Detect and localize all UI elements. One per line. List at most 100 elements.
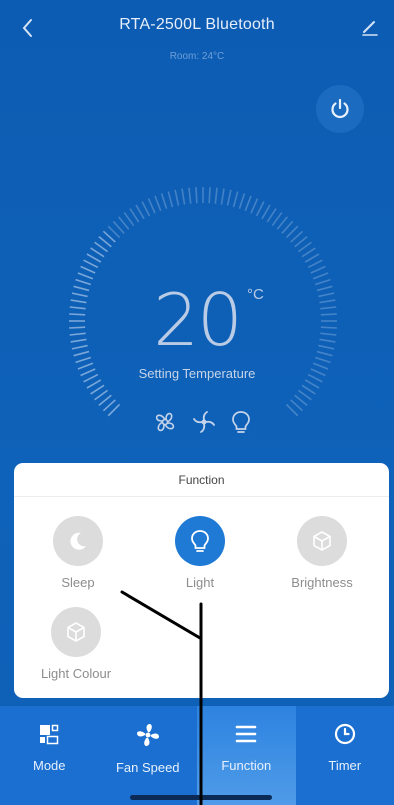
dial-tick — [118, 216, 130, 230]
dial-tick — [107, 403, 121, 417]
light-label: Light — [185, 575, 215, 590]
brightness-label: Brightness — [291, 575, 353, 590]
function-light-colour[interactable]: Light Colour — [26, 607, 126, 681]
dial-tick — [102, 230, 116, 243]
dial-tick — [214, 187, 218, 204]
bottom-nav: Mode Fan Speed Function Timer — [0, 706, 394, 805]
dial-tick — [129, 208, 140, 223]
home-indicator — [130, 795, 272, 800]
temperature-unit: °C — [247, 286, 264, 303]
dial-tick — [90, 247, 105, 258]
dial-tick — [301, 247, 316, 258]
bulb-icon — [232, 411, 250, 433]
dial-tick — [290, 230, 304, 243]
dial-tick — [135, 204, 145, 220]
dial-tick — [80, 265, 96, 274]
dial-tick — [90, 384, 105, 395]
dial-tick — [147, 198, 156, 214]
nav-fan-speed-label: Fan Speed — [115, 760, 180, 775]
dial-tick — [123, 212, 135, 227]
nav-fan-speed[interactable]: Fan Speed — [99, 706, 198, 805]
dial-tick — [141, 201, 151, 217]
set-temperature-value: 20 — [153, 278, 243, 362]
dial-tick — [98, 236, 112, 248]
dial-tick — [167, 191, 174, 208]
thermostat-screen: RTA-2500L Bluetooth Room: 24°C 20 °C Set… — [0, 0, 394, 805]
dial-tick — [310, 265, 326, 274]
dial-tick — [255, 201, 265, 217]
nav-function[interactable]: Function — [197, 706, 296, 805]
dial-tick — [244, 195, 252, 212]
dial-tick — [102, 399, 116, 412]
sleep-button[interactable] — [53, 516, 103, 566]
dial-tick — [188, 187, 192, 204]
nav-function-label: Function — [221, 758, 272, 773]
dial-tick — [86, 379, 102, 389]
dial-tick — [301, 384, 316, 395]
dial-tick — [107, 225, 121, 239]
pencil-icon — [362, 21, 378, 36]
dial-tick — [250, 198, 259, 214]
dial-tick — [238, 193, 246, 210]
light-colour-label: Light Colour — [40, 666, 112, 681]
dial-tick — [294, 394, 308, 406]
dial-tick — [94, 241, 109, 253]
dial-tick — [208, 187, 211, 204]
dial-tick — [290, 399, 304, 412]
dial-tick — [304, 253, 320, 263]
cube-icon — [313, 531, 331, 551]
function-brightness[interactable]: Brightness — [272, 516, 372, 590]
power-button[interactable] — [316, 85, 364, 133]
clock-icon — [334, 723, 355, 745]
moon-icon — [70, 532, 86, 550]
function-panel: Function Sleep Light Brightness Light Co… — [14, 463, 389, 698]
dial-tick — [232, 191, 239, 208]
dial-tick — [294, 236, 308, 248]
dial-tick — [220, 188, 225, 205]
dial-tick — [271, 212, 283, 227]
nav-mode-label: Mode — [32, 758, 66, 773]
mode-icon — [40, 724, 59, 745]
pinwheel-icon — [193, 411, 215, 433]
dial-tick — [94, 389, 109, 401]
function-light[interactable]: Light — [150, 516, 250, 590]
dial-tick — [226, 189, 232, 206]
dial-tick — [297, 241, 312, 253]
dial-tick — [195, 187, 198, 204]
cube-icon — [67, 622, 85, 642]
dial-tick — [86, 253, 102, 263]
dial-tick — [83, 259, 99, 269]
nav-mode[interactable]: Mode — [0, 706, 99, 805]
dial-tick — [181, 188, 186, 205]
light-button[interactable] — [175, 516, 225, 566]
dial-tick — [98, 394, 112, 406]
dial-tick — [285, 403, 299, 417]
dial-tick — [281, 220, 294, 234]
dial-tick — [261, 204, 271, 220]
dial-tick — [154, 195, 162, 212]
dial-tick — [307, 259, 323, 269]
room-temperature: Room: 24°C — [169, 51, 225, 62]
bulb-icon — [191, 530, 209, 552]
status-icons — [152, 408, 252, 436]
nav-timer[interactable]: Timer — [296, 706, 394, 805]
setting-temperature-label: Setting Temperature — [138, 366, 256, 381]
function-sleep[interactable]: Sleep — [28, 516, 128, 590]
edit-button[interactable] — [358, 15, 382, 39]
fan-icon — [136, 724, 159, 746]
light-colour-button[interactable] — [51, 607, 101, 657]
sleep-label: Sleep — [61, 575, 95, 590]
nav-timer-label: Timer — [328, 758, 362, 773]
menu-icon — [235, 725, 257, 743]
dial-tick — [112, 220, 125, 234]
dial-tick — [285, 225, 299, 239]
dial-tick — [297, 389, 312, 401]
brightness-button[interactable] — [297, 516, 347, 566]
power-icon — [331, 98, 349, 119]
function-panel-title: Function — [14, 463, 389, 497]
device-title: RTA-2500L Bluetooth — [119, 16, 275, 33]
fan-icon — [155, 412, 175, 432]
dial-tick — [266, 208, 277, 223]
dial-tick — [304, 379, 320, 389]
dial-tick — [174, 189, 180, 206]
